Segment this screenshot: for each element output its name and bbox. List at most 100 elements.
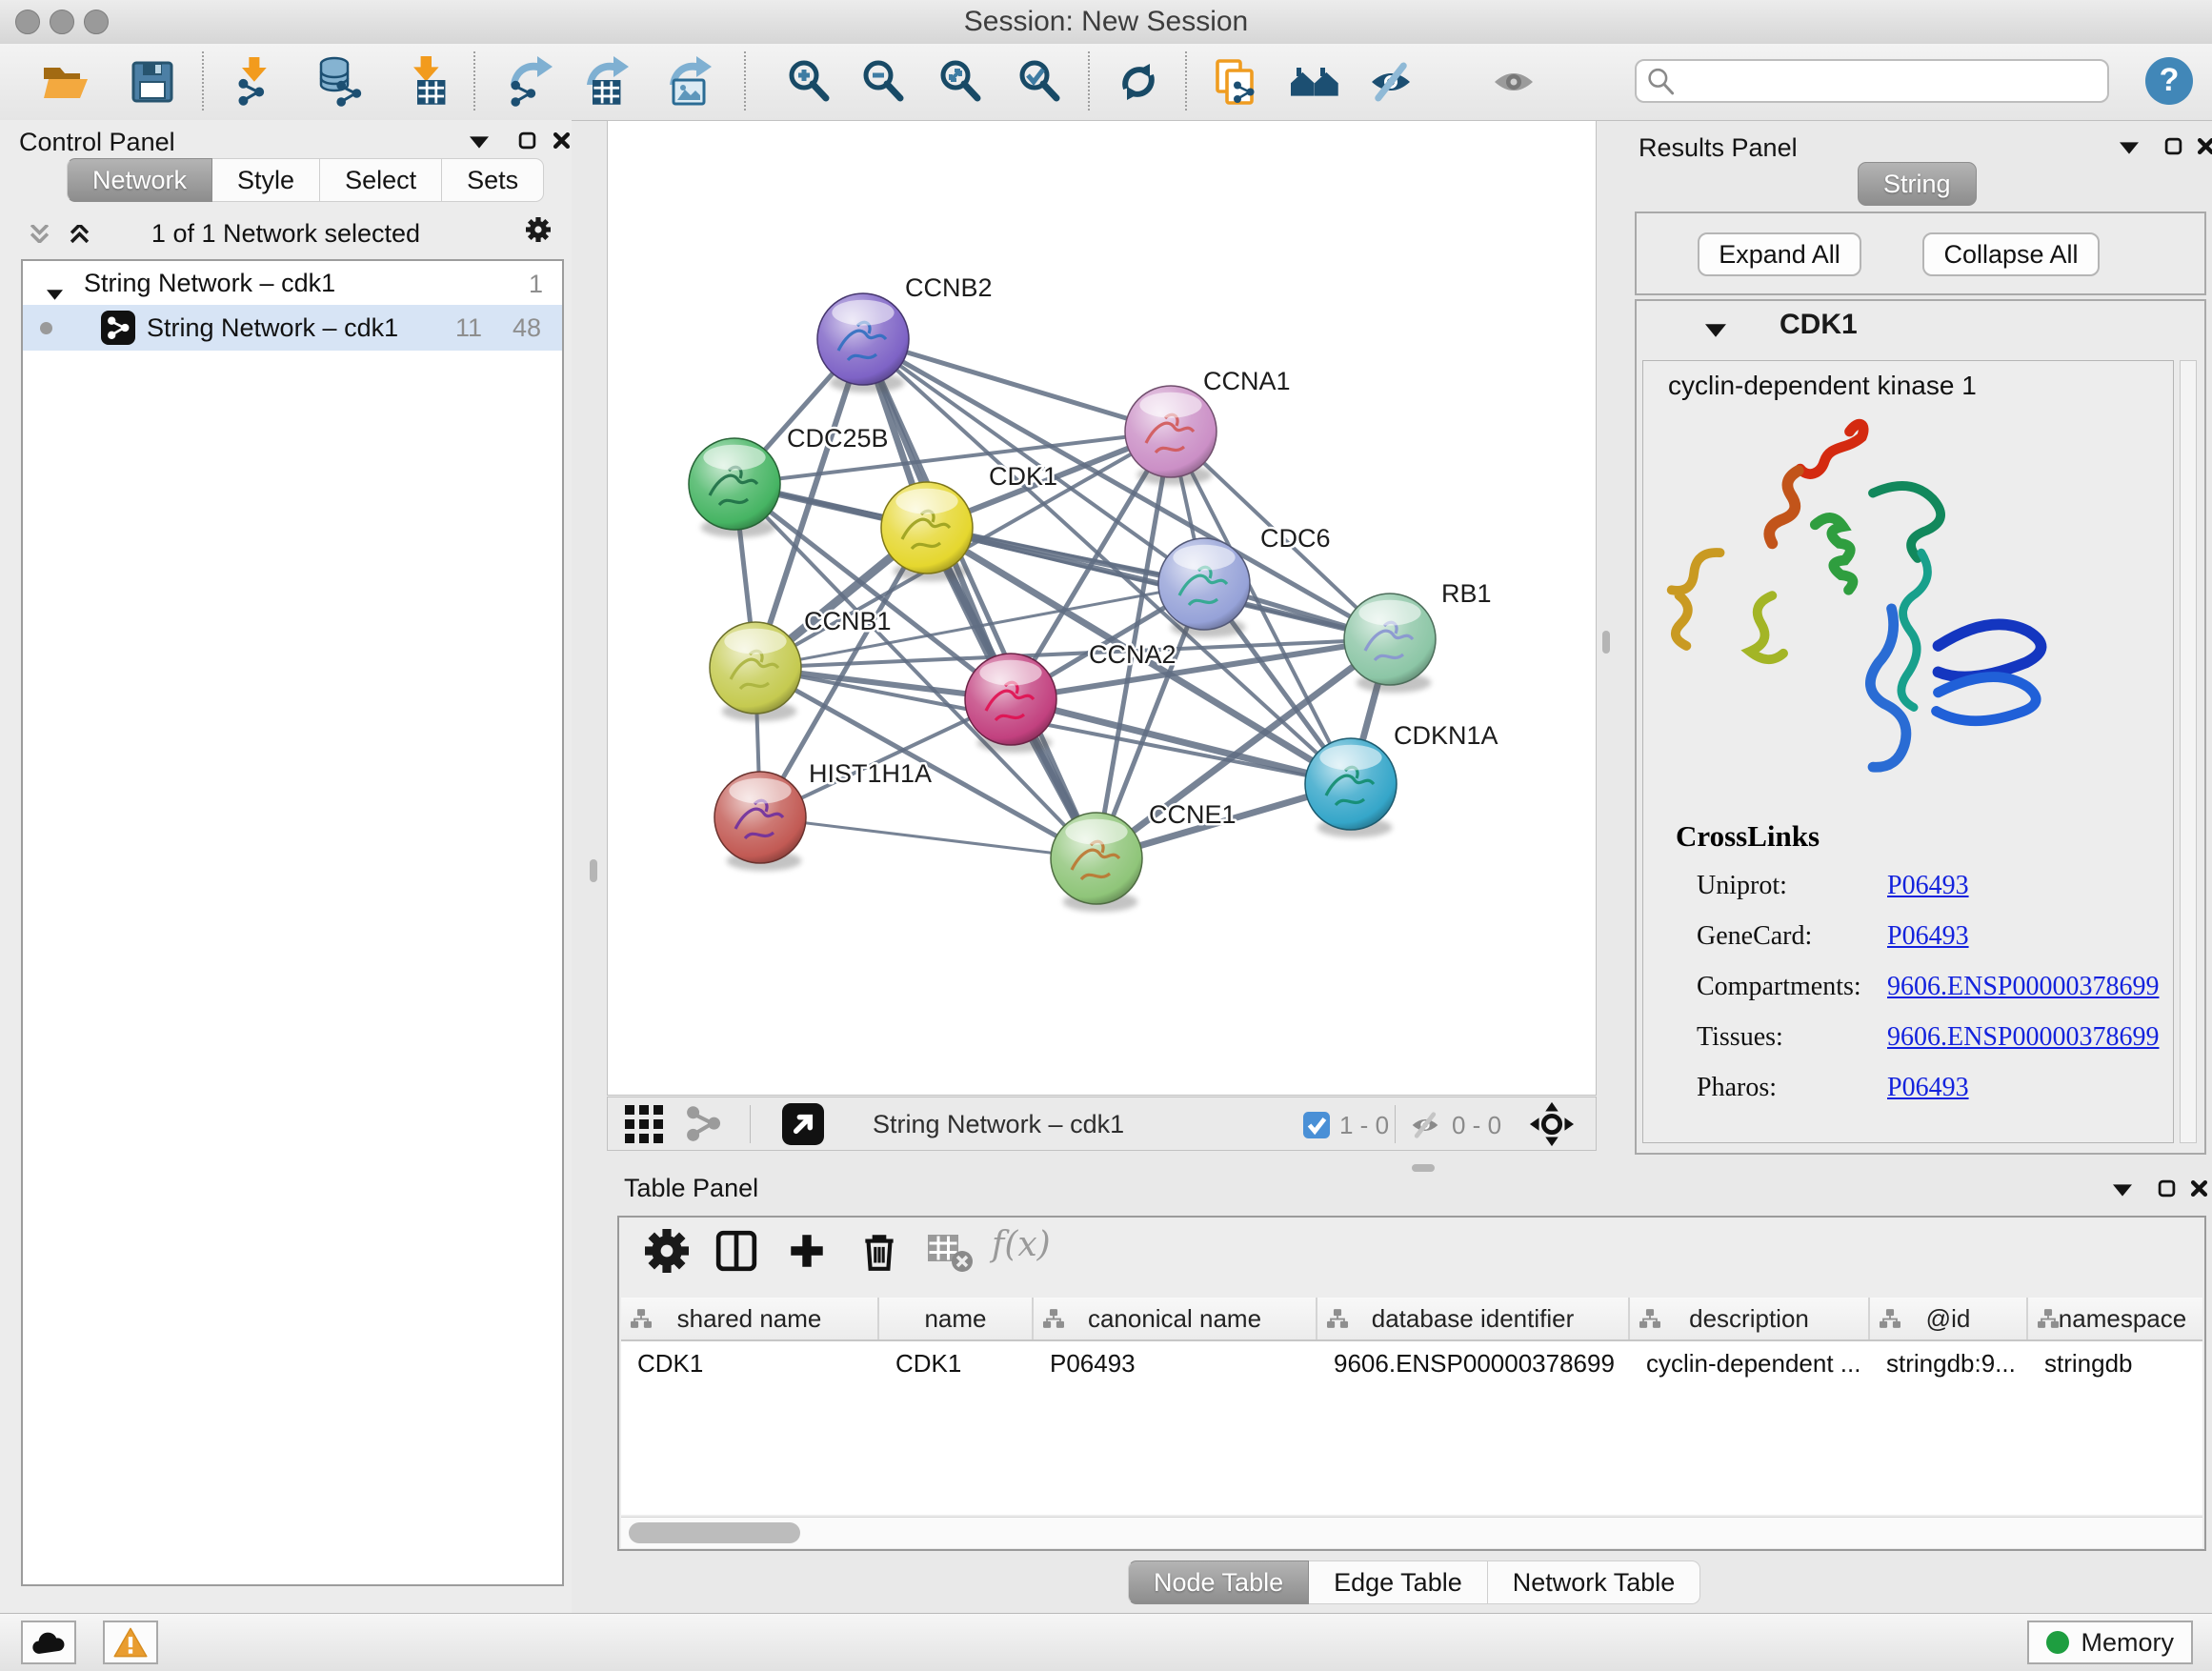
cell[interactable]: CDK1 <box>621 1349 879 1379</box>
memory-button[interactable]: Memory <box>2027 1621 2193 1664</box>
expand-all-button[interactable]: Expand All <box>1698 232 1861 276</box>
crosslink-link[interactable]: 9606.ENSP00000378699 <box>1887 1022 2159 1053</box>
table-box: f(x) shared namenamecanonical namedataba… <box>617 1216 2206 1551</box>
zoom-in-icon[interactable] <box>782 56 834 108</box>
network-node-CDKN1A[interactable]: CDKN1A <box>1305 721 1498 837</box>
tab-style[interactable]: Style <box>212 158 320 202</box>
cell[interactable]: stringdb:9... <box>1870 1349 2028 1379</box>
tab-string[interactable]: String <box>1858 162 1977 206</box>
crosslink-link[interactable]: P06493 <box>1887 921 1969 952</box>
zoom-selected-icon[interactable] <box>1013 56 1064 108</box>
column-header-canonical-name[interactable]: canonical name <box>1034 1298 1317 1339</box>
export-image-icon[interactable] <box>662 56 714 108</box>
table-row[interactable]: CDK1CDK1P064939606.ENSP00000378699cyclin… <box>621 1341 2202 1385</box>
crosslinks-title: CrossLinks <box>1676 813 2159 860</box>
cell[interactable]: CDK1 <box>879 1349 1034 1379</box>
network-edge-CCNE1-HIST1H1A <box>760 817 1096 858</box>
column-header-namespace[interactable]: namespace <box>2028 1298 2202 1339</box>
show-panel-eye-icon[interactable] <box>1488 56 1539 108</box>
close-panel-icon[interactable] <box>2186 1176 2211 1200</box>
network-collection-row[interactable]: String Network – cdk1 1 <box>23 261 562 305</box>
tab-select[interactable]: Select <box>320 158 442 202</box>
open-in-window-icon[interactable] <box>782 1103 824 1150</box>
export-network-icon[interactable] <box>503 56 554 108</box>
column-header-description[interactable]: description <box>1630 1298 1870 1339</box>
network-node-CDC25B[interactable]: CDC25B <box>689 424 889 537</box>
table-horizontal-scrollbar[interactable] <box>621 1517 2202 1548</box>
column-header-name[interactable]: name <box>879 1298 1034 1339</box>
crosslink-row: Uniprot:P06493 <box>1676 860 2159 911</box>
close-panel-icon[interactable] <box>549 128 573 152</box>
import-network-database-icon[interactable] <box>313 56 365 108</box>
node-label-CDKN1A: CDKN1A <box>1394 721 1498 750</box>
cell[interactable]: cyclin-dependent ... <box>1630 1349 1870 1379</box>
share-network-icon[interactable] <box>683 1103 725 1150</box>
network-options-gear-icon[interactable] <box>526 217 551 242</box>
float-panel-icon[interactable] <box>2161 133 2185 158</box>
help-button[interactable]: ? <box>2145 57 2193 105</box>
refresh-view-icon[interactable] <box>1113 56 1164 108</box>
cell[interactable]: P06493 <box>1034 1349 1317 1379</box>
tab-network-table[interactable]: Network Table <box>1488 1560 1701 1604</box>
column-header--id[interactable]: @id <box>1870 1298 2028 1339</box>
right-splitter-handle[interactable] <box>1602 631 1610 654</box>
node-table[interactable]: shared namenamecanonical namedatabase id… <box>621 1298 2202 1515</box>
tab-node-table[interactable]: Node Table <box>1128 1560 1309 1604</box>
tab-network[interactable]: Network <box>67 158 212 202</box>
panel-menu-icon[interactable] <box>467 130 492 154</box>
network-row-selected[interactable]: String Network – cdk1 11 48 <box>23 305 562 351</box>
panel-menu-icon[interactable] <box>2117 135 2142 160</box>
warning-status-button[interactable] <box>103 1621 158 1664</box>
import-table-icon[interactable] <box>401 56 452 108</box>
string-home-icon[interactable] <box>1289 56 1340 108</box>
delete-column-trash-icon[interactable] <box>857 1229 905 1277</box>
collapse-all-button[interactable]: Collapse All <box>1922 232 2100 276</box>
hide-results-eye-icon[interactable] <box>1365 56 1417 108</box>
cell[interactable]: stringdb <box>2028 1349 2202 1379</box>
save-session-icon[interactable] <box>127 56 178 108</box>
search-input[interactable] <box>1680 63 2103 99</box>
node-label-CCNE1: CCNE1 <box>1149 800 1237 829</box>
hidden-eye-slash-icon[interactable] <box>1408 1108 1442 1147</box>
export-table-icon[interactable] <box>579 56 631 108</box>
selected-checkbox-icon[interactable] <box>1303 1112 1330 1143</box>
column-header-database-identifier[interactable]: database identifier <box>1317 1298 1630 1339</box>
network-node-RB1[interactable]: RB1 <box>1344 579 1492 693</box>
table-settings-gear-icon[interactable] <box>645 1229 693 1277</box>
fit-content-icon[interactable] <box>934 56 985 108</box>
expand-all-networks-icon[interactable] <box>67 221 91 246</box>
collapse-entry-icon[interactable] <box>1703 318 1728 343</box>
network-status-dot <box>40 322 52 334</box>
network-view-title: String Network – cdk1 <box>873 1110 1124 1139</box>
scrollbar-thumb[interactable] <box>629 1522 800 1543</box>
add-column-icon[interactable] <box>785 1229 833 1277</box>
crosslink-link[interactable]: 9606.ENSP00000378699 <box>1887 972 2159 1002</box>
network-node-HIST1H1A[interactable]: HIST1H1A <box>714 759 932 871</box>
close-panel-icon[interactable] <box>2193 133 2212 158</box>
panel-menu-icon[interactable] <box>2110 1178 2135 1202</box>
birdseye-view-icon[interactable] <box>1528 1100 1576 1153</box>
crosslink-link[interactable]: P06493 <box>1887 871 1969 901</box>
float-panel-icon[interactable] <box>2154 1176 2179 1200</box>
left-splitter-handle[interactable] <box>590 859 597 882</box>
column-header-shared-name[interactable]: shared name <box>621 1298 879 1339</box>
show-columns-icon[interactable] <box>714 1229 762 1277</box>
collapse-all-networks-icon[interactable] <box>27 221 51 246</box>
clone-network-icon[interactable] <box>1209 56 1260 108</box>
zoom-out-icon[interactable] <box>856 56 908 108</box>
cell[interactable]: 9606.ENSP00000378699 <box>1317 1349 1630 1379</box>
import-network-file-icon[interactable] <box>231 56 282 108</box>
network-node-CCNE1[interactable]: CCNE1 <box>1051 800 1237 912</box>
bottom-splitter-handle[interactable] <box>1412 1164 1435 1172</box>
search-box[interactable] <box>1635 59 2109 103</box>
results-scrollbar[interactable] <box>2180 360 2197 1143</box>
navbar-separator <box>1395 1105 1396 1143</box>
show-grid-icon[interactable] <box>623 1103 665 1150</box>
open-session-icon[interactable] <box>40 56 91 108</box>
network-canvas[interactable]: CCNB2CCNA1CDC25BCDK1CDC6RB1CCNB1CCNA2CDK… <box>607 120 1597 1096</box>
cloud-status-button[interactable] <box>21 1621 76 1664</box>
float-panel-icon[interactable] <box>514 128 539 152</box>
tab-edge-table[interactable]: Edge Table <box>1309 1560 1488 1604</box>
tab-sets[interactable]: Sets <box>442 158 544 202</box>
crosslink-link[interactable]: P06493 <box>1887 1073 1969 1103</box>
